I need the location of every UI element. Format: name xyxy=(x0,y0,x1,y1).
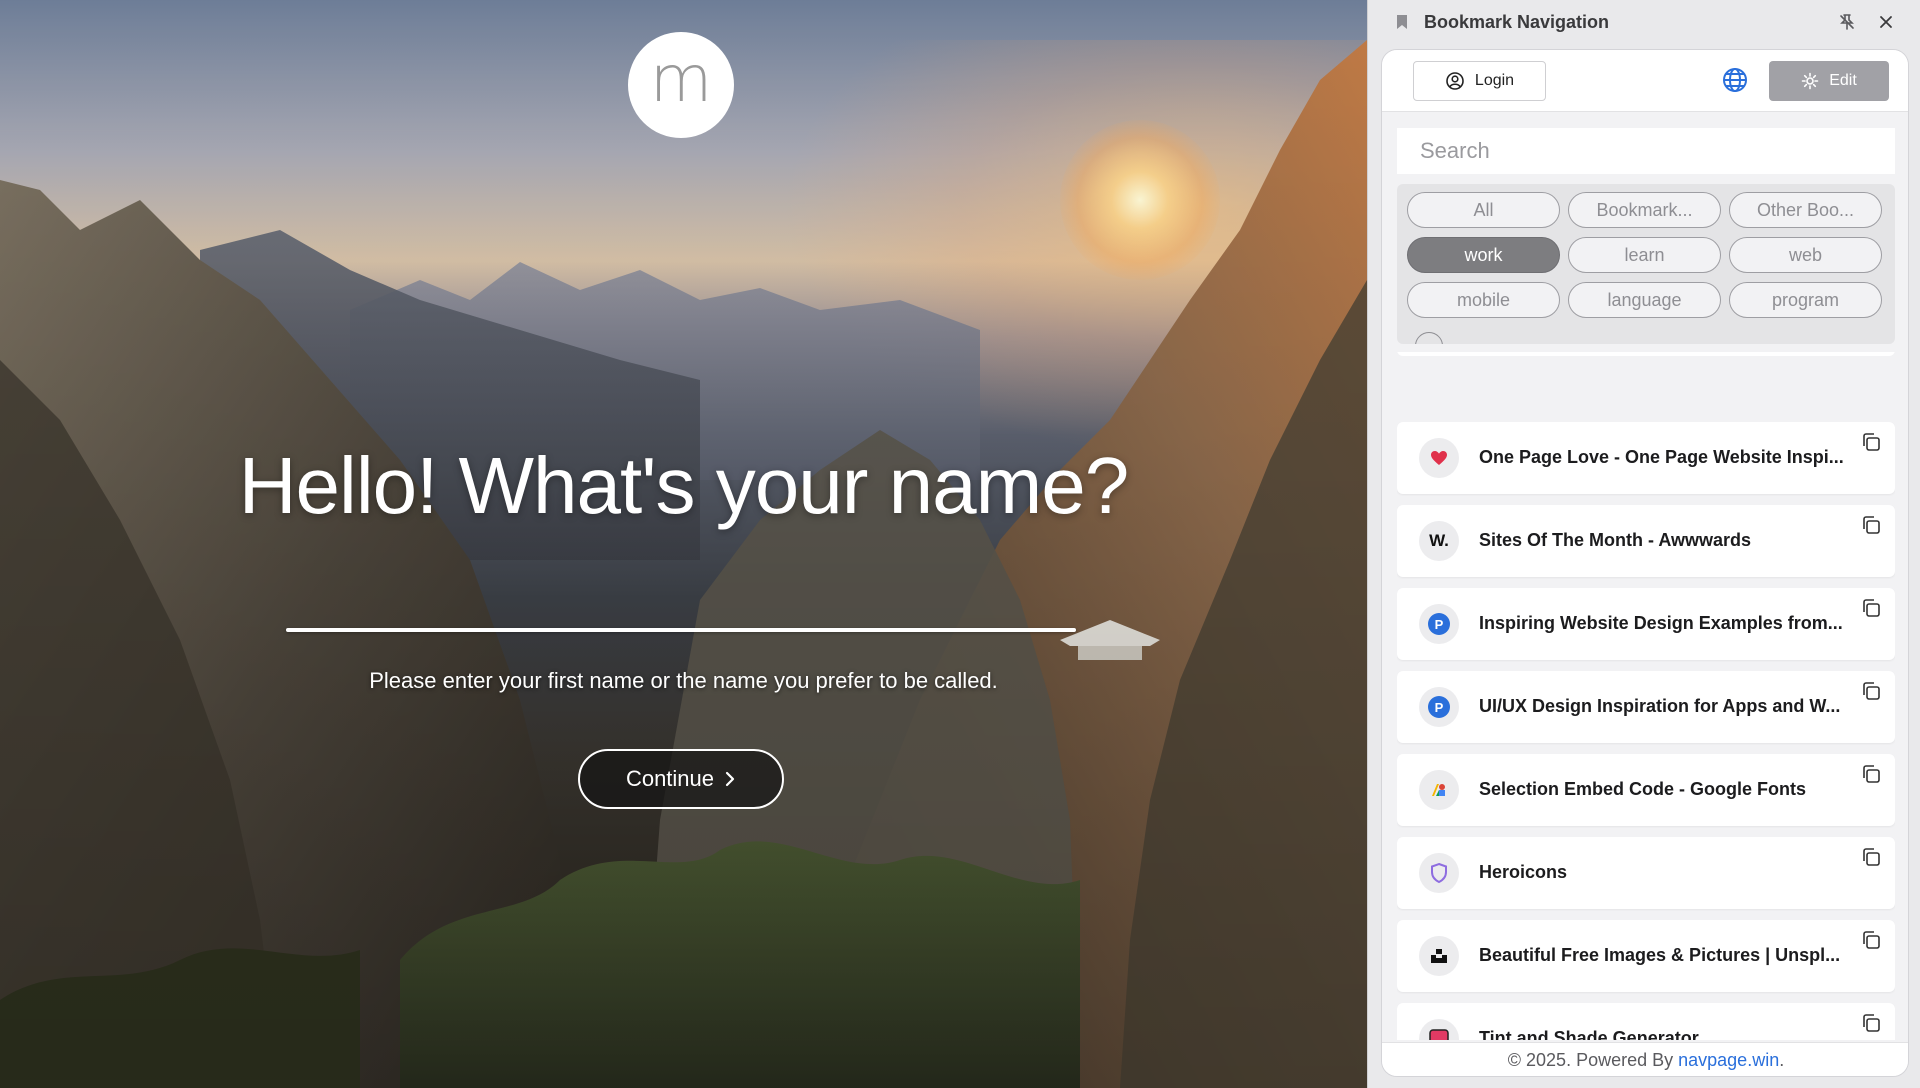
copy-icon[interactable] xyxy=(1859,430,1883,454)
add-tag-icon[interactable] xyxy=(1415,332,1443,344)
bookmark-panel: Login Edit All Bookmark... Other Boo... … xyxy=(1381,49,1909,1077)
login-label: Login xyxy=(1474,72,1515,89)
bookmark-item[interactable]: W. Sites Of The Month - Awwwards xyxy=(1397,505,1895,577)
continue-label: Continue xyxy=(625,766,715,791)
tag-mobile[interactable]: mobile xyxy=(1407,282,1560,318)
copy-icon[interactable] xyxy=(1859,762,1883,786)
heart-icon xyxy=(1419,438,1459,478)
favicon-text: W. xyxy=(1429,531,1449,550)
bookmark-item[interactable]: One Page Love - One Page Website Inspi..… xyxy=(1397,422,1895,494)
tag-learn[interactable]: learn xyxy=(1568,237,1721,273)
greeting-heading: Hello! What's your name? xyxy=(238,441,1129,530)
tag-web[interactable]: web xyxy=(1729,237,1882,273)
unsplash-icon xyxy=(1419,936,1459,976)
tag-all[interactable]: All xyxy=(1407,192,1560,228)
shield-icon xyxy=(1419,853,1459,893)
tag-bookmarks[interactable]: Bookmark... xyxy=(1568,192,1721,228)
google-fonts-icon xyxy=(1419,770,1459,810)
globe-icon[interactable] xyxy=(1721,66,1749,94)
copy-icon[interactable] xyxy=(1859,1011,1883,1035)
list-item[interactable] xyxy=(1397,352,1895,356)
copy-icon[interactable] xyxy=(1859,679,1883,703)
logo-letter: m xyxy=(649,43,713,117)
panel-toolbar: Login Edit xyxy=(1382,50,1908,112)
name-hint: Please enter your first name or the name… xyxy=(369,668,998,693)
tag-other-bookmarks[interactable]: Other Boo... xyxy=(1729,192,1882,228)
bookmark-title: Inspiring Website Design Examples from..… xyxy=(1479,613,1843,633)
bookmark-item[interactable]: Tint and Shade Generator xyxy=(1397,1003,1895,1040)
favicon-text: P xyxy=(1428,696,1450,718)
side-panel: Bookmark Navigation Login Edit Search Al… xyxy=(1367,0,1920,1088)
bookmark-title: One Page Love - One Page Website Inspi..… xyxy=(1479,447,1844,467)
bookmark-item[interactable]: P UI/UX Design Inspiration for Apps and … xyxy=(1397,671,1895,743)
bookmark-title: Selection Embed Code - Google Fonts xyxy=(1479,779,1807,799)
bookmark-item[interactable]: Beautiful Free Images & Pictures | Unspl… xyxy=(1397,920,1895,992)
search-input[interactable] xyxy=(1397,128,1895,174)
chevron-right-icon xyxy=(725,771,735,787)
user-circle-icon xyxy=(1446,72,1464,90)
scene-shade xyxy=(0,0,1367,1088)
p-badge-icon: P xyxy=(1419,604,1459,644)
gear-icon xyxy=(1801,72,1819,90)
unpin-icon[interactable] xyxy=(1837,12,1857,32)
app-logo: m xyxy=(628,32,734,138)
copy-icon[interactable] xyxy=(1859,513,1883,537)
favicon-text: P xyxy=(1428,613,1450,635)
edit-label: Edit xyxy=(1829,72,1857,89)
bookmark-item[interactable]: P Inspiring Website Design Examples from… xyxy=(1397,588,1895,660)
bookmark-title: Heroicons xyxy=(1479,862,1568,882)
awwwards-w-icon: W. xyxy=(1419,521,1459,561)
tag-filter-group: All Bookmark... Other Boo... work learn … xyxy=(1397,184,1895,344)
copy-icon[interactable] xyxy=(1859,928,1883,952)
name-input[interactable] xyxy=(286,628,1076,632)
bookmark-item[interactable]: Heroicons xyxy=(1397,837,1895,909)
bookmark-title: Sites Of The Month - Awwwards xyxy=(1479,530,1752,550)
footer-link[interactable]: navpage.win xyxy=(1678,1050,1779,1070)
tag-language[interactable]: language xyxy=(1568,282,1721,318)
bookmark-title: Beautiful Free Images & Pictures | Unspl… xyxy=(1479,945,1841,965)
bookmark-list: One Page Love - One Page Website Inspi..… xyxy=(1397,352,1895,1040)
p-badge-icon: P xyxy=(1419,687,1459,727)
color-square-icon xyxy=(1419,1019,1459,1040)
footer-end: . xyxy=(1779,1050,1785,1070)
bookmark-item[interactable]: Selection Embed Code - Google Fonts xyxy=(1397,754,1895,826)
bookmark-icon xyxy=(1397,15,1407,29)
edit-button[interactable]: Edit xyxy=(1769,61,1889,101)
bookmark-title: UI/UX Design Inspiration for Apps and W.… xyxy=(1479,696,1841,716)
welcome-background: m Hello! What's your name? Please enter … xyxy=(0,0,1367,1088)
side-panel-title: Bookmark Navigation xyxy=(1424,12,1610,32)
copy-icon[interactable] xyxy=(1859,845,1883,869)
continue-button[interactable]: Continue xyxy=(578,749,784,809)
panel-footer: © 2025. Powered By navpage.win. xyxy=(1382,1042,1908,1076)
side-panel-header: Bookmark Navigation xyxy=(1368,0,1920,46)
tag-work[interactable]: work xyxy=(1407,237,1560,273)
close-icon[interactable] xyxy=(1876,12,1896,32)
copy-icon[interactable] xyxy=(1859,596,1883,620)
bookmark-title: Tint and Shade Generator xyxy=(1479,1028,1699,1040)
footer-text: © 2025. Powered By xyxy=(1507,1050,1679,1070)
tag-program[interactable]: program xyxy=(1729,282,1882,318)
login-button[interactable]: Login xyxy=(1413,61,1546,101)
